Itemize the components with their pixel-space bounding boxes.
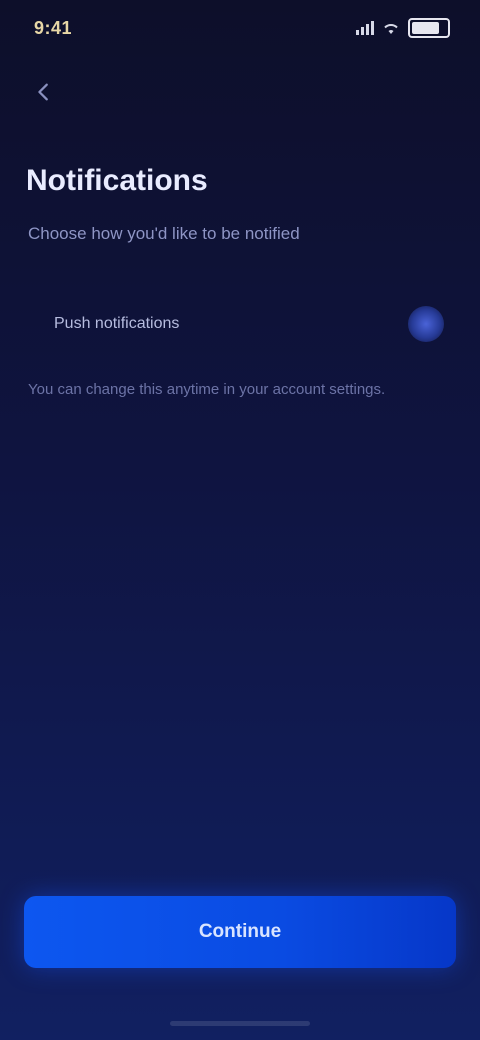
home-indicator [170,1021,310,1026]
wifi-icon [384,24,398,34]
settings-note: You can change this anytime in your acco… [28,381,386,398]
battery-level [412,22,439,34]
push-notifications-toggle[interactable] [408,306,444,342]
signal-icon [356,21,374,35]
status-icons [356,18,450,38]
page-title: Notifications [26,164,208,197]
continue-button[interactable]: Continue [24,896,456,968]
setting-label: Push notifications [54,315,180,332]
chevron-left-icon [38,83,48,101]
back-button[interactable] [24,72,64,112]
page-subtitle: Choose how you'd like to be notified [28,224,300,243]
setting-row-push-notifications[interactable]: Push notifications [26,292,454,356]
battery-icon [408,18,450,38]
status-time: 9:41 [34,18,73,38]
status-bar: 9:41 [0,0,480,60]
